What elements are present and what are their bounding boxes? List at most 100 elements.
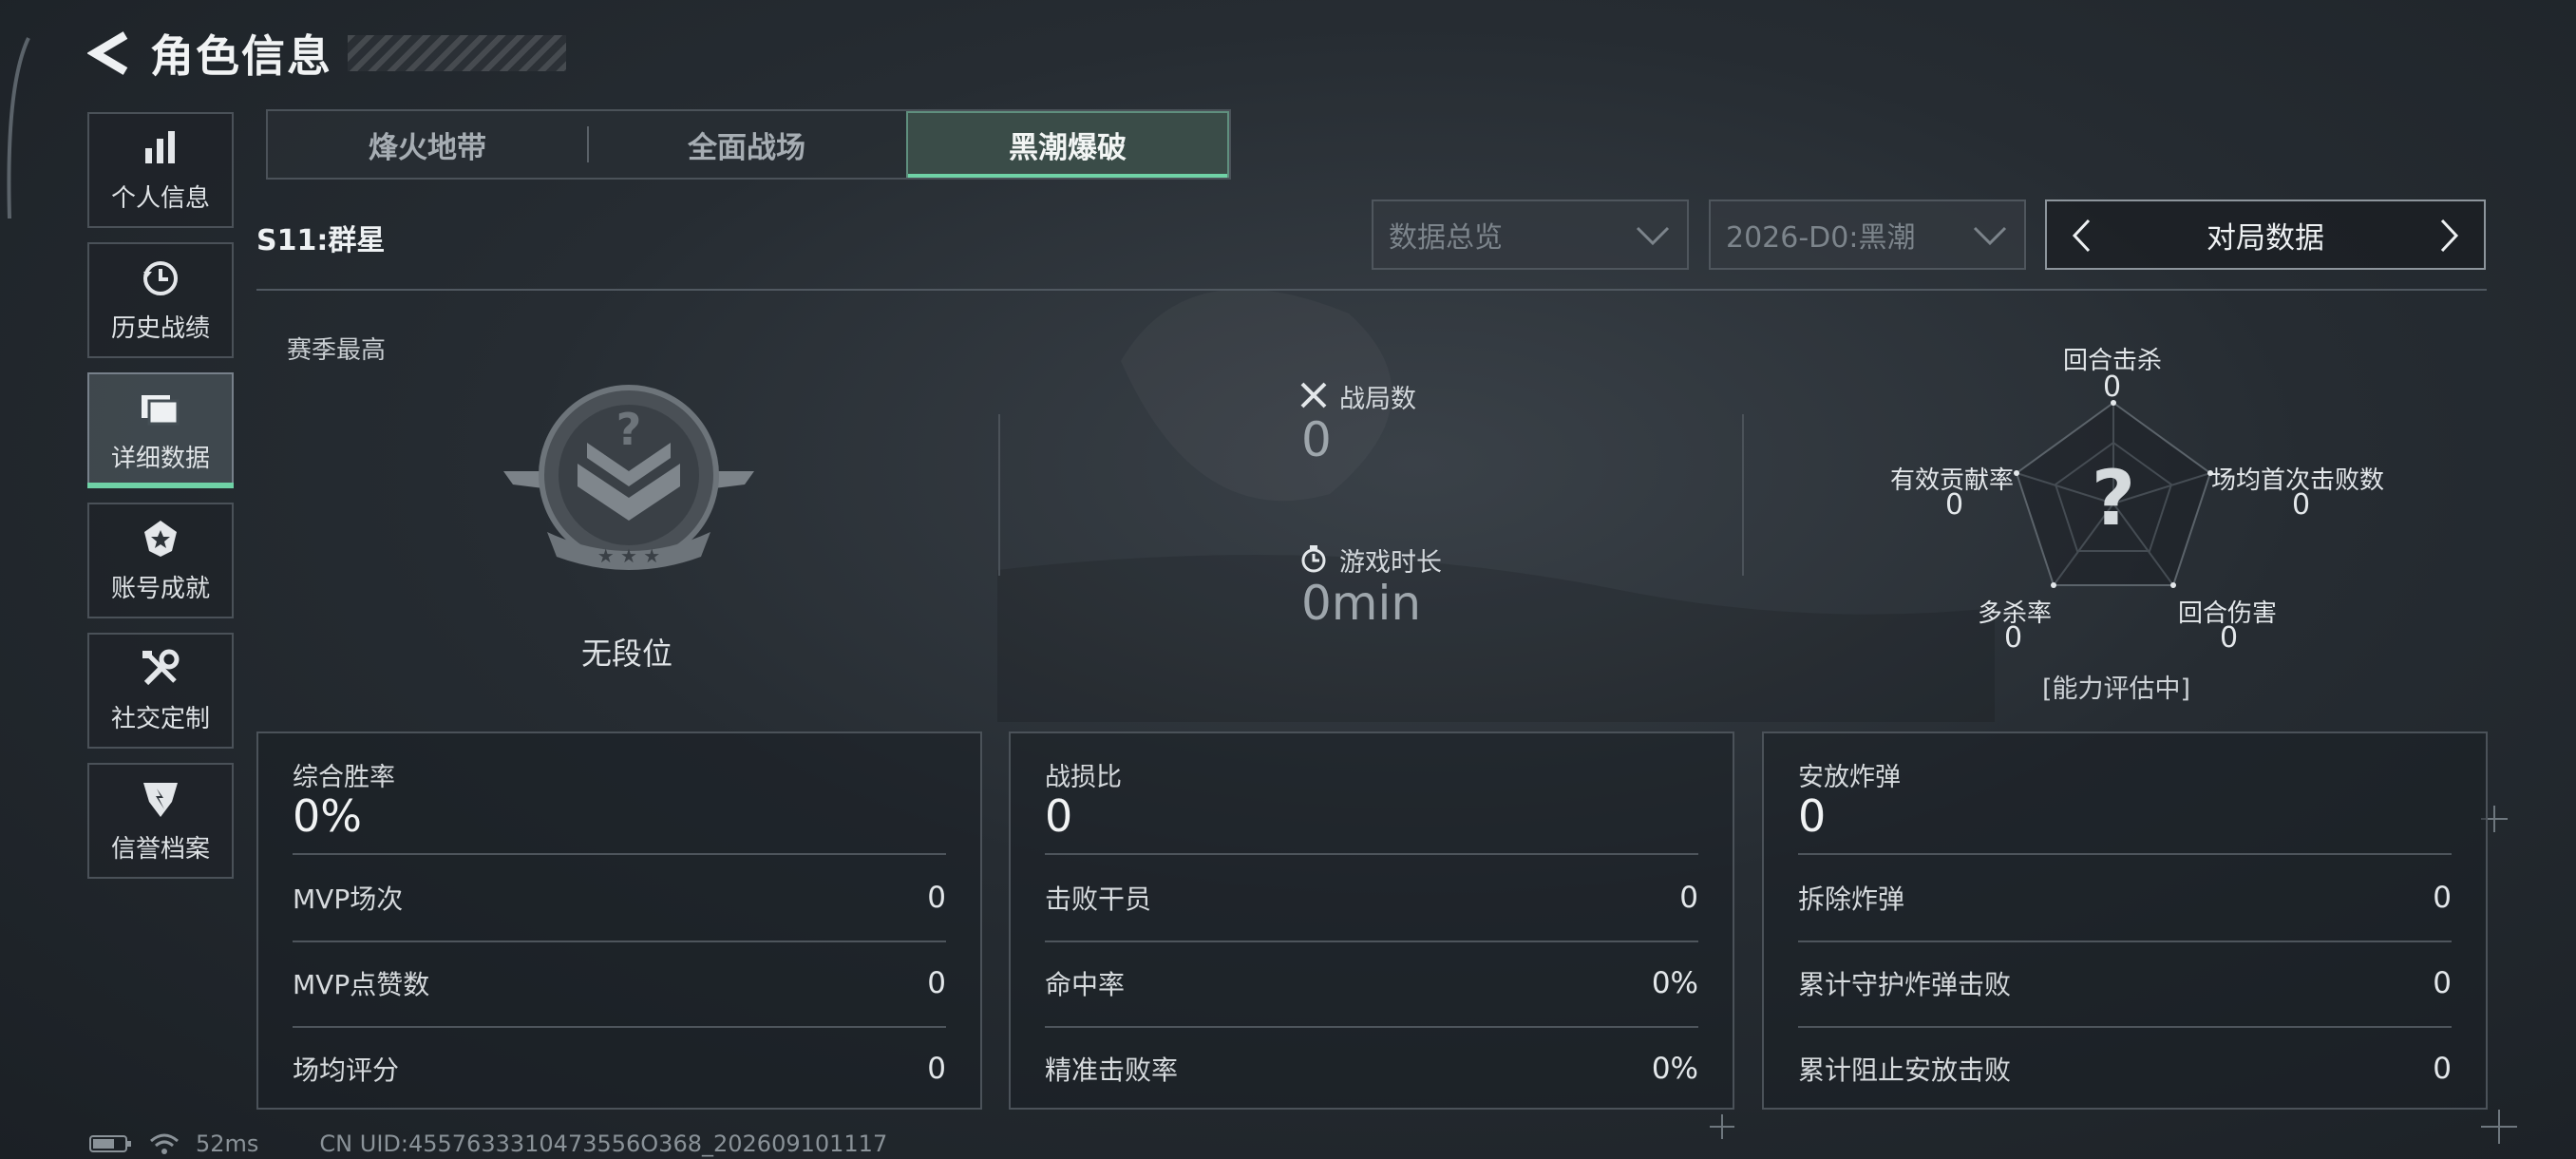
sidebar-item-detail-data[interactable]: 详细数据 — [87, 372, 234, 488]
season-best-caption: 赛季最高 — [287, 336, 387, 365]
svg-text:?: ? — [616, 404, 642, 455]
page-title: 角色信息 — [150, 30, 332, 82]
stat-row-value: 0% — [1651, 1052, 1698, 1086]
card-title: 战损比 — [1045, 763, 1122, 792]
card-title: 安放炸弹 — [1798, 763, 1901, 792]
stats-card-kd-ratio: 战损比 0 击败干员 0 命中率 0% 精准击败率 0% — [1009, 732, 1734, 1110]
battery-icon — [89, 1135, 131, 1152]
sidebar-item-label: 社交定制 — [110, 704, 210, 733]
stat-row-value: 0 — [2433, 966, 2452, 1000]
stat-row-value: 0 — [2433, 881, 2452, 915]
uid-text: CN UID:4557633310473556O368_202609101117 — [319, 1130, 888, 1157]
matches-value: 0 — [1301, 412, 1332, 467]
tools-icon — [140, 648, 181, 690]
data-view-label: 对局数据 — [2207, 220, 2324, 256]
mode-tabs: 烽火地带 全面战场 黑潮爆破 — [266, 109, 1231, 180]
overview-select[interactable]: 数据总览 — [1372, 200, 1689, 270]
reputation-shield-icon — [140, 778, 181, 820]
card-value: 0 — [1045, 790, 1073, 842]
overview-select-value: 数据总览 — [1389, 221, 1503, 255]
stat-row: MVP点赞数 0 — [293, 940, 946, 1026]
sidebar: 个人信息 历史战绩 详细数据 账号成就 社交定制 信誉档案 — [87, 112, 234, 893]
crossed-swords-icon — [1300, 382, 1327, 408]
stat-row-value: 0 — [927, 1052, 946, 1086]
stat-row-label: 击败干员 — [1045, 884, 1152, 915]
matches-label: 战局数 — [1339, 385, 1416, 414]
card-value: 0% — [293, 790, 362, 842]
sidebar-item-label: 详细数据 — [110, 444, 210, 473]
sidebar-item-label: 历史战绩 — [110, 314, 210, 343]
card-value: 0 — [1798, 790, 1827, 842]
page-header: 角色信息 — [85, 23, 566, 84]
season-label: S11:群星 — [256, 224, 386, 257]
chevron-down-icon — [1636, 226, 1670, 246]
sidebar-item-history[interactable]: 历史战绩 — [87, 242, 234, 358]
stat-row: 累计阻止安放击败 0 — [1798, 1026, 2452, 1112]
stat-row-value: 0% — [1651, 966, 1698, 1000]
radar-value-round-kills: 0 — [2103, 370, 2122, 404]
stat-row-label: MVP场次 — [293, 884, 404, 915]
sidebar-item-label: 个人信息 — [110, 183, 210, 213]
ability-radar-chart: ? — [2014, 400, 2213, 588]
section-divider — [256, 289, 2487, 291]
stat-row-value: 0 — [927, 881, 946, 915]
rank-name: 无段位 — [580, 636, 672, 672]
radar-center-mark: ? — [2092, 454, 2135, 542]
sidebar-item-label: 账号成就 — [110, 574, 210, 603]
tab-black-tide[interactable]: 黑潮爆破 — [906, 111, 1229, 178]
stat-row-label: 精准击败率 — [1045, 1054, 1179, 1086]
card-title: 综合胜率 — [293, 763, 395, 792]
sidebar-item-social[interactable]: 社交定制 — [87, 633, 234, 749]
stat-row: 命中率 0% — [1045, 940, 1698, 1026]
stat-row-value: 0 — [927, 966, 946, 1000]
stat-row: 场均评分 0 — [293, 1026, 946, 1112]
previous-arrow-icon[interactable] — [2062, 217, 2100, 255]
chevron-down-icon — [1973, 226, 2007, 246]
stat-row: 精准击败率 0% — [1045, 1026, 1698, 1112]
playtime-value: 0min — [1301, 576, 1422, 631]
stat-row: 拆除炸弹 0 — [1798, 855, 2452, 940]
stat-row: MVP场次 0 — [293, 855, 946, 940]
season-mode-select-value: 2026-D0:黑潮 — [1726, 221, 1916, 255]
vertical-divider — [998, 414, 1000, 576]
back-arrow-icon[interactable] — [85, 27, 133, 80]
stat-row-label: 场均评分 — [293, 1054, 400, 1086]
playtime-label: 游戏时长 — [1339, 548, 1442, 578]
history-clock-icon — [140, 257, 181, 299]
rank-badge-icon: ? ★ ★ ★ — [503, 385, 754, 570]
stats-card-win-rate: 综合胜率 0% MVP场次 0 MVP点赞数 0 场均评分 0 — [256, 732, 982, 1110]
sidebar-item-personal-info[interactable]: 个人信息 — [87, 112, 234, 228]
stats-card-bomb-plants: 安放炸弹 0 拆除炸弹 0 累计守护炸弹击败 0 累计阻止安放击败 0 — [1762, 732, 2488, 1110]
bar-chart-icon — [140, 127, 181, 169]
vertical-divider — [1742, 414, 1744, 576]
title-stripe-decoration — [348, 35, 566, 71]
radar-value-round-damage: 0 — [2220, 621, 2239, 655]
svg-text:★ ★ ★: ★ ★ ★ — [597, 544, 661, 567]
tab-fenghuo[interactable]: 烽火地带 — [268, 111, 587, 178]
wifi-icon — [150, 1133, 179, 1154]
status-footer: 52ms CN UID:4557633310473556O368_2026091… — [89, 1130, 887, 1157]
radar-value-contribution: 0 — [1945, 488, 1964, 522]
stat-row: 击败干员 0 — [1045, 855, 1698, 940]
season-mode-select[interactable]: 2026-D0:黑潮 — [1709, 200, 2026, 270]
stat-row-value: 0 — [1679, 881, 1698, 915]
cards-icon — [140, 388, 181, 429]
data-view-switcher: 对局数据 — [2045, 200, 2486, 270]
next-arrow-icon[interactable] — [2431, 217, 2469, 255]
stat-row-label: MVP点赞数 — [293, 969, 430, 1000]
stopwatch-icon — [1301, 545, 1326, 573]
radar-status: [能力评估中] — [2042, 674, 2191, 704]
achievement-badge-icon — [140, 518, 181, 560]
tab-full-battlefield[interactable]: 全面战场 — [587, 111, 906, 178]
stat-row-label: 累计守护炸弹击败 — [1798, 969, 2012, 1000]
stat-row-value: 0 — [2433, 1052, 2452, 1086]
ping-value: 52ms — [196, 1130, 259, 1157]
sidebar-item-reputation[interactable]: 信誉档案 — [87, 763, 234, 879]
stat-row-label: 累计阻止安放击败 — [1798, 1054, 2012, 1086]
stat-row-label: 拆除炸弹 — [1798, 884, 1905, 915]
radar-value-first-defeats: 0 — [2292, 488, 2311, 522]
sidebar-item-label: 信誉档案 — [110, 834, 210, 864]
radar-value-multikill-rate: 0 — [2004, 621, 2023, 655]
stat-row-label: 命中率 — [1045, 969, 1126, 1000]
sidebar-item-achievements[interactable]: 账号成就 — [87, 503, 234, 618]
